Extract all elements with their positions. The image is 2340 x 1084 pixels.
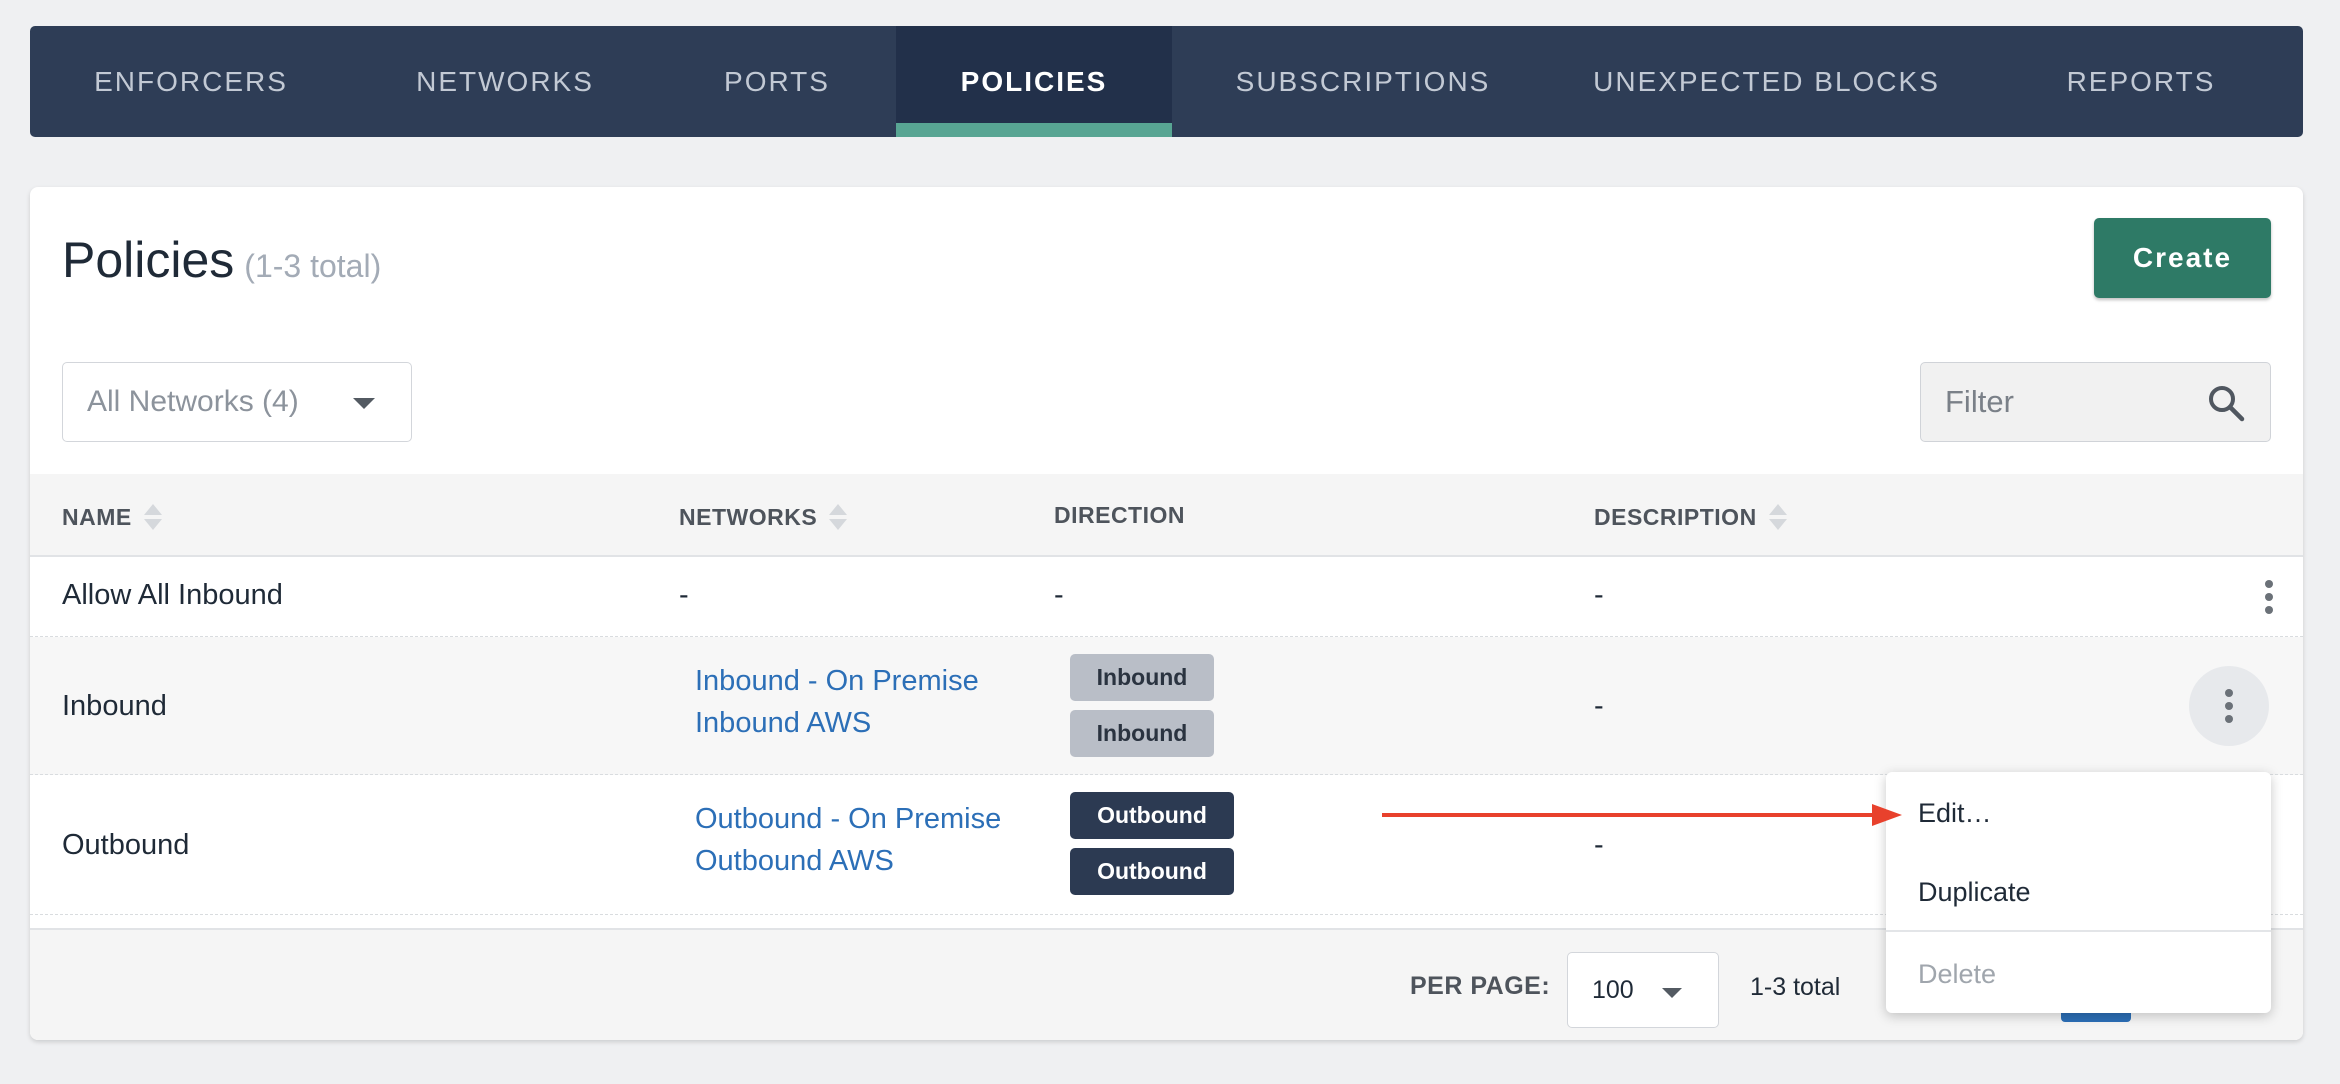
- policy-networks: Outbound - On Premise Outbound AWS: [695, 798, 1001, 882]
- row-actions-icon[interactable]: [2189, 666, 2269, 746]
- total-count: 1-3 total: [1750, 973, 1841, 1001]
- menu-item-duplicate[interactable]: Duplicate: [1918, 877, 2031, 908]
- sort-icon[interactable]: [143, 502, 162, 532]
- row-actions-menu: Edit… Duplicate Delete: [1886, 772, 2271, 1013]
- network-link[interactable]: Inbound - On Premise: [695, 660, 979, 702]
- tab-reports[interactable]: REPORTS: [1979, 26, 2303, 137]
- policy-networks: Inbound - On Premise Inbound AWS: [695, 660, 979, 744]
- table-header: NAME NETWORKS DIRECTION DESCRIPTION: [30, 474, 2303, 557]
- policy-name: Inbound: [62, 690, 167, 722]
- network-link[interactable]: Outbound - On Premise: [695, 798, 1001, 840]
- network-link[interactable]: Outbound AWS: [695, 840, 1001, 882]
- filter-input[interactable]: Filter: [1920, 362, 2271, 442]
- tab-enforcers[interactable]: ENFORCERS: [30, 26, 352, 137]
- menu-item-edit[interactable]: Edit…: [1918, 798, 1992, 829]
- sort-icon[interactable]: [1768, 502, 1787, 532]
- per-page-select[interactable]: 100: [1567, 952, 1719, 1028]
- column-description-label: DESCRIPTION: [1594, 503, 1757, 530]
- column-header-networks[interactable]: NETWORKS: [679, 502, 848, 532]
- policy-direction: -: [1054, 579, 1064, 611]
- policy-networks: -: [679, 579, 689, 611]
- filter-placeholder: Filter: [1945, 384, 2014, 419]
- column-header-description[interactable]: DESCRIPTION: [1594, 502, 1787, 532]
- policy-description: -: [1594, 579, 1604, 611]
- dot: [2265, 580, 2273, 588]
- per-page-label: PER PAGE:: [1410, 972, 1551, 1000]
- per-page-value: 100: [1592, 975, 1634, 1004]
- tab-unexpected-blocks[interactable]: UNEXPECTED BLOCKS: [1554, 26, 1979, 137]
- column-header-direction: DIRECTION: [1054, 502, 1185, 529]
- direction-badge: Outbound: [1070, 792, 1234, 839]
- create-button[interactable]: Create: [2094, 218, 2271, 298]
- search-icon[interactable]: [2206, 383, 2246, 423]
- dot: [2225, 715, 2233, 723]
- tab-networks[interactable]: NETWORKS: [352, 26, 658, 137]
- page-title-count: (1-3 total): [244, 248, 382, 284]
- page-title-text: Policies: [62, 232, 235, 288]
- policy-name: Outbound: [62, 829, 190, 861]
- menu-divider: [1886, 930, 2271, 932]
- tab-ports[interactable]: PORTS: [658, 26, 896, 137]
- annotation-arrow-icon: [1382, 804, 1902, 826]
- caret-down-icon: [1662, 988, 1682, 998]
- direction-badge: Outbound: [1070, 848, 1234, 895]
- network-link[interactable]: Inbound AWS: [695, 702, 979, 744]
- column-name-label: NAME: [62, 503, 132, 530]
- caret-down-icon: [353, 398, 375, 409]
- policy-description: -: [1594, 829, 1604, 861]
- policy-description: -: [1594, 690, 1604, 722]
- network-select[interactable]: All Networks (4): [62, 362, 412, 442]
- menu-item-delete: Delete: [1918, 959, 1997, 989]
- sort-icon[interactable]: [829, 502, 848, 532]
- column-header-name[interactable]: NAME: [62, 502, 162, 532]
- tab-policies[interactable]: POLICIES: [896, 26, 1172, 137]
- direction-badge: Inbound: [1070, 654, 1214, 701]
- tab-subscriptions[interactable]: SUBSCRIPTIONS: [1172, 26, 1554, 137]
- row-actions-icon[interactable]: [2229, 557, 2309, 637]
- dot: [2265, 593, 2273, 601]
- top-navigation: ENFORCERS NETWORKS PORTS POLICIES SUBSCR…: [30, 26, 2303, 137]
- table-row[interactable]: Inbound Inbound - On Premise Inbound AWS…: [30, 637, 2303, 775]
- page-title: Policies (1-3 total): [62, 231, 381, 289]
- dot: [2225, 689, 2233, 697]
- dot: [2265, 606, 2273, 614]
- policy-name: Allow All Inbound: [62, 579, 283, 611]
- column-networks-label: NETWORKS: [679, 503, 818, 530]
- direction-badge: Inbound: [1070, 710, 1214, 757]
- column-direction-label: DIRECTION: [1054, 502, 1185, 528]
- table-row[interactable]: Allow All Inbound - - -: [30, 557, 2303, 637]
- dot: [2225, 702, 2233, 710]
- network-select-value: All Networks (4): [87, 385, 299, 418]
